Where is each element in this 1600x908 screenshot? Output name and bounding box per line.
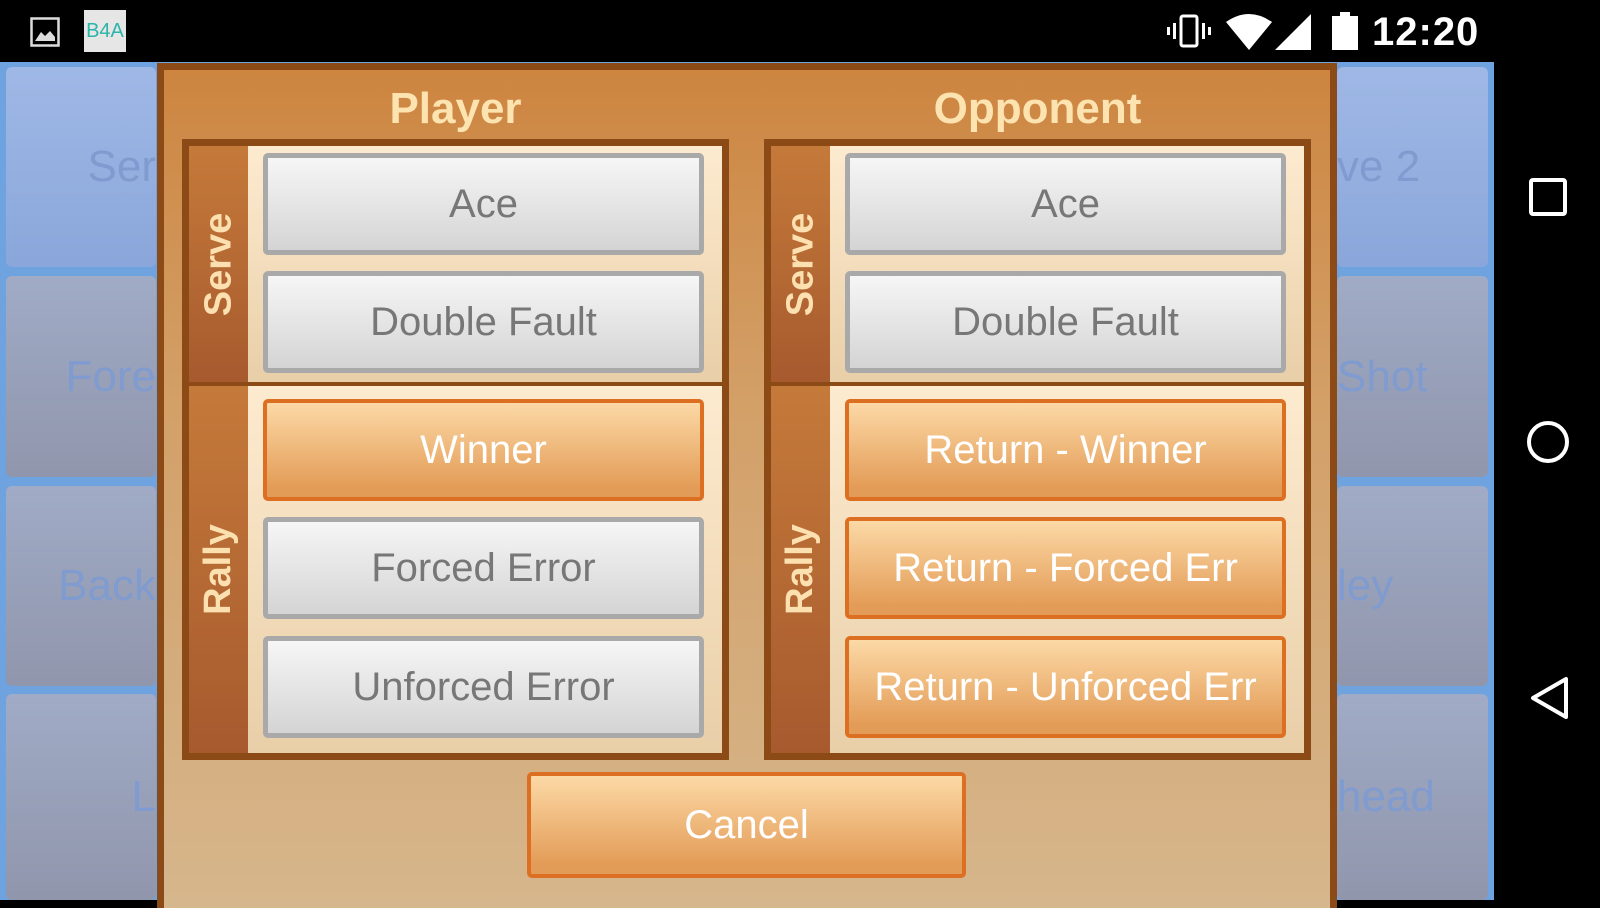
player-title: Player — [389, 84, 522, 133]
bg-tile[interactable]: Shot — [1337, 276, 1488, 477]
bg-tile[interactable]: ley — [1337, 486, 1488, 686]
player-group: Serve Ace Double Fault Rally Winner Forc… — [182, 139, 729, 760]
return-unforced-err-button[interactable]: Return - Unforced Err — [845, 636, 1286, 738]
recents-square-icon[interactable] — [1529, 178, 1567, 216]
rally-label-column: Rally — [771, 386, 830, 753]
serve-label: Serve — [197, 212, 240, 316]
return-winner-button[interactable]: Return - Winner — [845, 399, 1286, 501]
bg-tile[interactable]: L — [6, 694, 156, 900]
bg-tile[interactable]: Ser — [6, 67, 156, 267]
bg-tile-label: head — [1337, 772, 1435, 821]
cancel-button[interactable]: Cancel — [527, 772, 966, 878]
opponent-title: Opponent — [933, 84, 1142, 133]
clock: 12:20 — [1372, 10, 1480, 54]
point-outcome-dialog: Player Opponent Serve Ace Double Fault R… — [157, 63, 1337, 908]
bg-tile-label: Ser — [87, 142, 156, 191]
serve-label-column: Serve — [771, 146, 830, 382]
opponent-group: Serve Ace Double Fault Rally Return - Wi… — [764, 139, 1311, 760]
return-forced-err-button[interactable]: Return - Forced Err — [845, 517, 1286, 619]
wifi-icon — [1226, 14, 1272, 50]
b4a-app-icon: B4A — [84, 10, 126, 52]
player-double-fault-button[interactable]: Double Fault — [263, 271, 704, 373]
opponent-ace-button[interactable]: Ace — [845, 153, 1286, 255]
bg-tile-label: Back — [58, 561, 156, 610]
player-ace-button[interactable]: Ace — [263, 153, 704, 255]
player-forced-error-button[interactable]: Forced Error — [263, 517, 704, 619]
bg-tile[interactable]: Back — [6, 486, 156, 686]
bg-tile-label: ley — [1337, 561, 1394, 610]
player-rally-section: Rally Winner Forced Error Unforced Error — [189, 386, 722, 753]
rally-label-column: Rally — [189, 386, 248, 753]
battery-icon — [1332, 12, 1358, 50]
signal-icon — [1275, 14, 1311, 50]
serve-label-column: Serve — [189, 146, 248, 382]
back-triangle-icon[interactable] — [1529, 676, 1569, 720]
bg-tile-label: Shot — [1337, 351, 1428, 401]
opponent-double-fault-button[interactable]: Double Fault — [845, 271, 1286, 373]
bg-tile-label: Fore — [65, 351, 156, 401]
bg-tile[interactable]: ve 2 — [1337, 67, 1488, 267]
status-bar: B4A 12:20 — [0, 0, 1600, 62]
serve-label: Serve — [779, 212, 822, 316]
bg-tile-label: L — [131, 772, 156, 821]
rally-label: Rally — [779, 524, 822, 615]
bg-tile-label: ve 2 — [1337, 142, 1421, 191]
navigation-bar — [1494, 62, 1600, 900]
image-icon — [30, 17, 60, 47]
home-circle-icon[interactable] — [1526, 420, 1570, 464]
vibrate-icon — [1167, 14, 1211, 48]
bg-tile[interactable]: Fore — [6, 276, 156, 477]
player-winner-button[interactable]: Winner — [263, 399, 704, 501]
opponent-serve-section: Serve Ace Double Fault — [771, 146, 1304, 382]
player-serve-section: Serve Ace Double Fault — [189, 146, 722, 382]
bg-tile[interactable]: head — [1337, 694, 1488, 900]
player-unforced-error-button[interactable]: Unforced Error — [263, 636, 704, 738]
opponent-rally-section: Rally Return - Winner Return - Forced Er… — [771, 386, 1304, 753]
rally-label: Rally — [197, 524, 240, 615]
